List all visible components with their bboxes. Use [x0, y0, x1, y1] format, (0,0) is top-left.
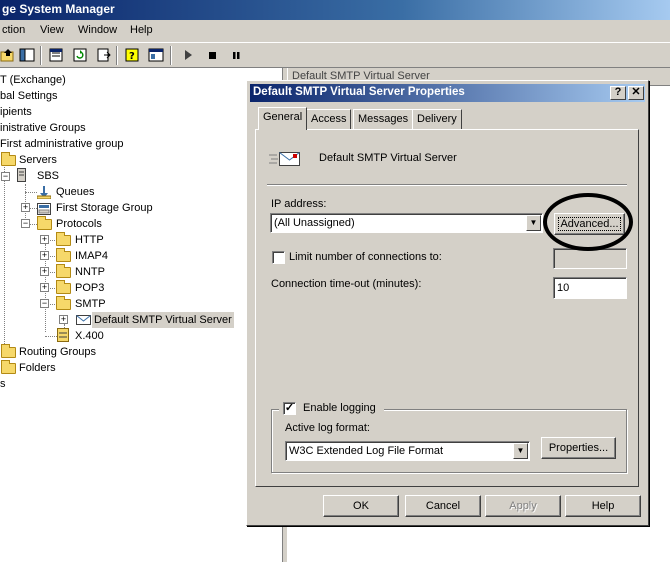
- expand-icon[interactable]: +: [40, 267, 49, 276]
- folder-icon: [37, 216, 52, 230]
- menu-help[interactable]: Help: [130, 24, 153, 36]
- help-button[interactable]: Help: [565, 495, 641, 517]
- folder-icon: [1, 360, 16, 374]
- tab-delivery[interactable]: Delivery: [412, 109, 462, 129]
- highlight-ellipse: [543, 193, 633, 251]
- tree-node-default-smtp-virtual-server[interactable]: Default SMTP Virtual Server: [92, 312, 234, 328]
- ip-address-dropdown[interactable]: (All Unassigned) ▼: [270, 213, 543, 233]
- virtual-server-icon: [76, 314, 91, 326]
- expand-icon[interactable]: +: [40, 283, 49, 292]
- up-folder-icon[interactable]: [0, 47, 16, 63]
- tab-messages[interactable]: Messages: [353, 109, 414, 129]
- tree-node-folders[interactable]: Folders: [19, 360, 56, 376]
- tree-node-routing-groups[interactable]: Routing Groups: [19, 344, 96, 360]
- expand-icon[interactable]: +: [40, 235, 49, 244]
- stop-icon[interactable]: [204, 47, 220, 63]
- expand-icon[interactable]: +: [59, 315, 68, 324]
- tree-node-queues[interactable]: Queues: [56, 184, 95, 200]
- tree-node-global-settings[interactable]: bal Settings: [0, 88, 57, 104]
- expand-icon[interactable]: +: [40, 251, 49, 260]
- toolbar: ?: [0, 42, 670, 68]
- export-icon[interactable]: [96, 47, 112, 63]
- limit-connections-label: Limit number of connections to:: [289, 251, 442, 263]
- log-format-dropdown[interactable]: W3C Extended Log File Format ▼: [285, 441, 530, 461]
- tree-node-recipients[interactable]: ipients: [0, 104, 32, 120]
- limit-connections-input: [553, 248, 627, 269]
- tab-access[interactable]: Access: [306, 109, 352, 129]
- tree-node-org[interactable]: T (Exchange): [0, 72, 66, 88]
- tree-node-admin-groups[interactable]: inistrative Groups: [0, 120, 86, 136]
- tree-node-imap4[interactable]: IMAP4: [75, 248, 108, 264]
- cancel-button[interactable]: Cancel: [405, 495, 481, 517]
- log-format-label: Active log format:: [285, 422, 370, 434]
- dialog-title-bar[interactable]: Default SMTP Virtual Server Properties ?…: [250, 84, 645, 102]
- menu-action[interactable]: ction: [2, 24, 25, 36]
- timeout-label: Connection time-out (minutes):: [271, 278, 422, 290]
- properties-icon[interactable]: [48, 47, 64, 63]
- help-icon[interactable]: ?: [610, 86, 626, 100]
- apply-button[interactable]: Apply: [485, 495, 561, 517]
- collapse-icon[interactable]: −: [40, 299, 49, 308]
- chevron-down-icon[interactable]: ▼: [526, 215, 541, 231]
- folder-icon: [56, 264, 71, 278]
- dialog-title: Default SMTP Virtual Server Properties: [253, 86, 465, 98]
- enable-logging-checkbox[interactable]: ✓: [283, 402, 296, 415]
- folder-icon: [56, 280, 71, 294]
- log-properties-button[interactable]: Properties...: [541, 437, 616, 459]
- smtp-properties-dialog: Default SMTP Virtual Server Properties ?…: [246, 80, 649, 526]
- timeout-input[interactable]: 10: [553, 277, 627, 299]
- main-window-title: ge System Manager: [2, 2, 115, 16]
- tab-general[interactable]: General: [258, 107, 308, 130]
- logging-groupbox-caption: ✓ Enable logging: [279, 401, 384, 417]
- start-icon[interactable]: [180, 47, 196, 63]
- mmc-icon[interactable]: [148, 47, 164, 63]
- help-icon[interactable]: ?: [124, 47, 140, 63]
- smtp-server-icon: [267, 149, 301, 167]
- collapse-icon[interactable]: −: [1, 172, 10, 181]
- folder-icon: [56, 232, 71, 246]
- tree-node-pop3[interactable]: POP3: [75, 280, 104, 296]
- enable-logging-label: Enable logging: [303, 402, 376, 414]
- collapse-icon[interactable]: −: [21, 219, 30, 228]
- tree-node-protocols[interactable]: Protocols: [56, 216, 102, 232]
- close-icon[interactable]: ✕: [628, 86, 644, 100]
- limit-connections-checkbox[interactable]: [272, 251, 285, 264]
- tree-node-tools[interactable]: s: [0, 376, 6, 392]
- folder-icon: [56, 248, 71, 262]
- svg-text:?: ?: [129, 51, 135, 62]
- tree-node-x400[interactable]: X.400: [75, 328, 104, 344]
- main-title-bar[interactable]: ge System Manager: [0, 0, 670, 20]
- folder-icon: [1, 152, 16, 166]
- show-tree-icon[interactable]: [19, 47, 35, 63]
- tree-node-http[interactable]: HTTP: [75, 232, 104, 248]
- menu-window[interactable]: Window: [78, 24, 117, 36]
- console-tree[interactable]: T (Exchange) bal Settings ipients inistr…: [0, 68, 282, 562]
- storage-group-icon: [37, 201, 51, 215]
- tree-node-servers[interactable]: Servers: [19, 152, 57, 168]
- chevron-down-icon[interactable]: ▼: [513, 443, 528, 459]
- tree-node-nntp[interactable]: NNTP: [75, 264, 105, 280]
- folder-icon: [1, 344, 16, 358]
- tree-node-sbs[interactable]: SBS: [37, 168, 59, 184]
- tree-node-first-storage-group[interactable]: First Storage Group: [56, 200, 153, 216]
- folder-icon: [56, 296, 71, 310]
- separator: [267, 184, 627, 186]
- refresh-icon[interactable]: [72, 47, 88, 63]
- ip-address-label: IP address:: [271, 198, 327, 210]
- queues-icon: [36, 185, 52, 200]
- x400-icon: [57, 328, 69, 342]
- server-name-label: Default SMTP Virtual Server: [319, 152, 457, 164]
- pause-icon[interactable]: [228, 47, 244, 63]
- server-icon: [17, 168, 26, 182]
- menu-bar: ction View Window Help: [0, 20, 670, 42]
- tree-node-first-admin-group[interactable]: First administrative group: [0, 136, 124, 152]
- expand-icon[interactable]: +: [21, 203, 30, 212]
- menu-view[interactable]: View: [40, 24, 64, 36]
- ok-button[interactable]: OK: [323, 495, 399, 517]
- tree-node-smtp[interactable]: SMTP: [75, 296, 106, 312]
